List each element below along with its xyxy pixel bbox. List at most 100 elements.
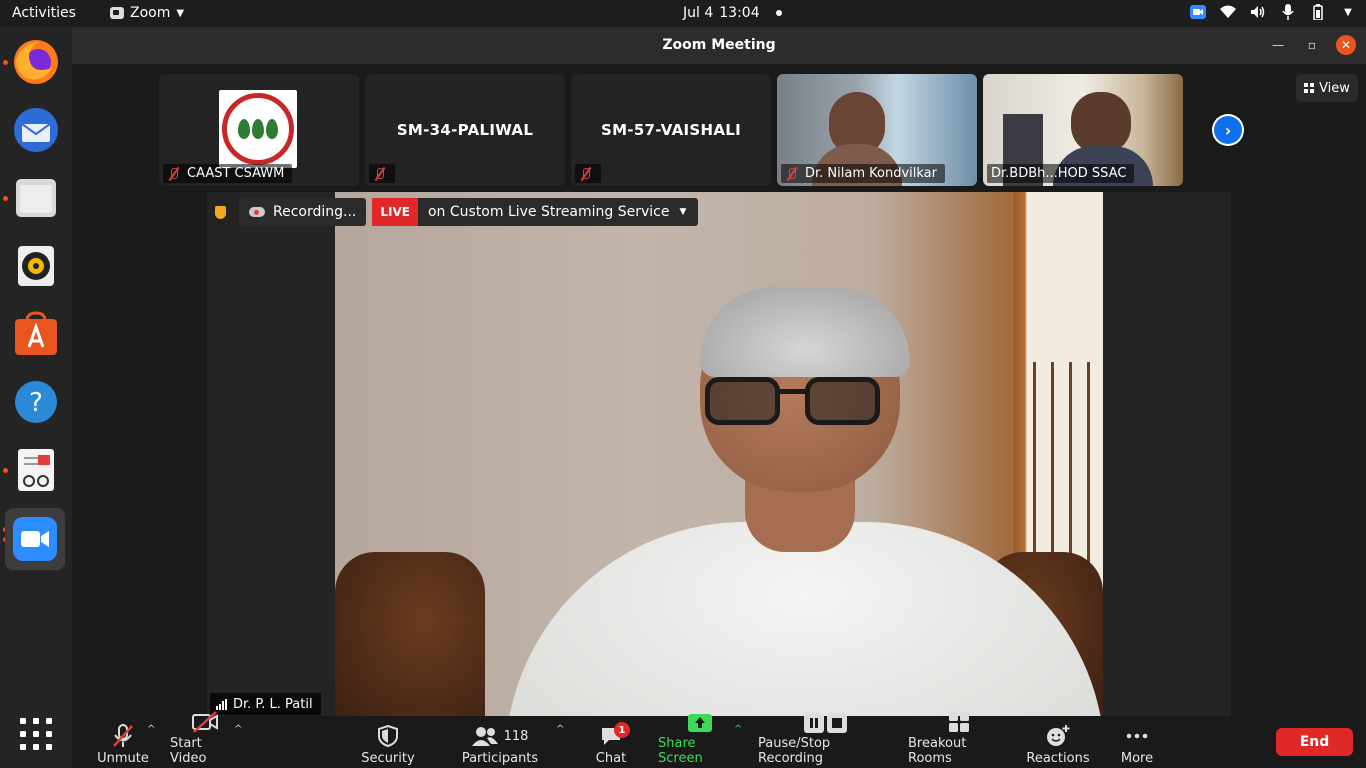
recording-status: Recording... xyxy=(273,204,357,220)
minimize-icon[interactable]: — xyxy=(1268,35,1288,55)
share-screen-button[interactable]: Share Screen xyxy=(658,714,742,766)
firefox-launcher[interactable] xyxy=(8,34,64,90)
participants-button[interactable]: 118 Participants xyxy=(461,720,539,766)
zoom-tray-icon[interactable] xyxy=(1190,4,1206,20)
active-speaker-stage: Recording... LIVE on Custom Live Streami… xyxy=(207,192,1231,717)
share-options-chevron-icon[interactable]: ^ xyxy=(734,724,742,735)
recording-status-bar: Recording... LIVE on Custom Live Streami… xyxy=(207,197,699,227)
chevron-down-icon: ▼ xyxy=(176,7,185,19)
files-launcher[interactable] xyxy=(8,170,64,226)
active-speaker-label: Dr. P. L. Patil xyxy=(210,693,321,715)
participant-label: Dr. Nilam Kondvilkar xyxy=(781,164,945,183)
app-store-icon xyxy=(15,311,57,355)
live-stream-indicator[interactable]: LIVE on Custom Live Streaming Service ▼ xyxy=(372,198,699,226)
window-titlebar[interactable]: Zoom Meeting — ▫ ✕ xyxy=(72,27,1366,64)
security-label: Security xyxy=(361,751,415,766)
svg-text:?: ? xyxy=(29,388,43,418)
video-options-chevron-icon[interactable]: ^ xyxy=(234,724,242,735)
chevron-right-icon: › xyxy=(1214,116,1242,144)
power-menu-icon[interactable]: ▼ xyxy=(1340,4,1356,20)
rhythmbox-launcher[interactable] xyxy=(8,238,64,294)
participant-label: CAAST CSAWM xyxy=(163,164,293,183)
participant-display-name: SM-34-PALIWAL xyxy=(396,121,534,139)
battery-icon[interactable] xyxy=(1310,4,1326,20)
participant-name: CAAST CSAWM xyxy=(187,166,285,181)
app-menu-label: Zoom xyxy=(130,5,171,21)
active-speaker-video xyxy=(335,192,1103,717)
participant-tile[interactable]: Dr.BDBh...HOD SSAC xyxy=(983,74,1183,186)
meeting-toolbar: Unmute ^ Start Video ^ Security 118 Part… xyxy=(72,711,1366,768)
help-launcher[interactable]: ? xyxy=(8,374,64,430)
security-button[interactable]: Security xyxy=(361,720,415,766)
live-badge: LIVE xyxy=(372,198,418,226)
reactions-icon xyxy=(1046,724,1070,748)
window-title: Zoom Meeting xyxy=(662,37,776,53)
thunderbird-icon xyxy=(14,108,58,152)
end-meeting-button[interactable]: End xyxy=(1276,728,1353,756)
next-page-button[interactable]: › xyxy=(1212,114,1244,146)
document-viewer-icon xyxy=(18,449,54,491)
unmute-label: Unmute xyxy=(97,751,149,766)
microphone-icon[interactable] xyxy=(1280,4,1296,20)
system-top-bar: Activities Zoom ▼ Jul 4 13:04 ▼ xyxy=(0,0,1366,27)
volume-icon[interactable] xyxy=(1250,4,1266,20)
security-shield-icon[interactable] xyxy=(207,199,233,225)
reactions-button[interactable]: Reactions xyxy=(1026,720,1090,766)
muted-mic-icon xyxy=(579,167,593,181)
notification-dot-icon xyxy=(775,10,782,16)
chat-icon: 1 xyxy=(600,722,630,748)
maximize-icon[interactable]: ▫ xyxy=(1302,35,1322,55)
clock[interactable]: Jul 4 13:04 xyxy=(683,5,782,21)
muted-mic-icon xyxy=(373,167,387,181)
wifi-icon[interactable] xyxy=(1220,4,1236,20)
pause-stop-recording-button[interactable]: Pause/Stop Recording xyxy=(758,713,892,766)
signal-strength-icon xyxy=(216,698,227,710)
thunderbird-launcher[interactable] xyxy=(8,102,64,158)
pause-stop-icon xyxy=(803,713,847,733)
speaker-hair xyxy=(700,287,910,377)
active-speaker-name: Dr. P. L. Patil xyxy=(233,696,313,712)
firefox-icon xyxy=(14,40,58,84)
breakout-rooms-button[interactable]: Breakout Rooms xyxy=(908,712,1010,766)
audio-options-chevron-icon[interactable]: ^ xyxy=(147,724,155,735)
participants-options-chevron-icon[interactable]: ^ xyxy=(556,724,564,735)
muted-mic-icon xyxy=(112,724,134,748)
chat-unread-badge: 1 xyxy=(614,722,630,738)
reactions-label: Reactions xyxy=(1026,751,1090,766)
participant-tile[interactable]: Dr. Nilam Kondvilkar xyxy=(777,74,977,186)
zoom-app-icon xyxy=(110,7,124,19)
activities-button[interactable]: Activities xyxy=(12,5,76,21)
zoom-icon xyxy=(13,517,57,561)
app-menu[interactable]: Zoom ▼ xyxy=(110,5,184,21)
start-video-button[interactable]: Start Video xyxy=(170,711,240,766)
chat-button[interactable]: 1 Chat xyxy=(593,720,630,766)
unmute-button[interactable]: Unmute xyxy=(97,720,149,766)
chat-label: Chat xyxy=(595,751,627,766)
participant-tile[interactable]: SM-57-VAISHALI xyxy=(571,74,771,186)
show-applications-icon[interactable] xyxy=(20,718,52,750)
participant-tile[interactable]: CAAST CSAWM xyxy=(159,74,359,186)
system-tray[interactable]: ▼ xyxy=(1190,4,1356,20)
software-launcher[interactable] xyxy=(8,306,64,362)
muted-mic-icon xyxy=(167,167,181,181)
participants-label: Participants xyxy=(461,751,539,766)
folder-icon xyxy=(16,179,56,217)
more-label: More xyxy=(1120,751,1154,766)
dock: ? xyxy=(0,27,72,768)
participants-count: 118 xyxy=(503,728,529,744)
participant-video-face xyxy=(1071,92,1131,154)
document-viewer-launcher[interactable] xyxy=(8,442,64,498)
participants-icon: 118 xyxy=(471,724,529,748)
sofa-left xyxy=(335,552,485,717)
participant-tile[interactable]: SM-34-PALIWAL xyxy=(365,74,565,186)
video-off-icon xyxy=(191,711,219,733)
more-button[interactable]: More xyxy=(1119,720,1155,766)
close-icon[interactable]: ✕ xyxy=(1336,35,1356,55)
view-button[interactable]: View xyxy=(1296,74,1358,102)
clock-time: 13:04 xyxy=(719,5,760,21)
speaker-icon xyxy=(18,246,54,286)
recording-indicator[interactable]: Recording... xyxy=(239,198,367,226)
zoom-launcher[interactable] xyxy=(5,508,65,570)
cloud-recording-icon xyxy=(249,207,265,217)
participant-label xyxy=(369,164,395,183)
